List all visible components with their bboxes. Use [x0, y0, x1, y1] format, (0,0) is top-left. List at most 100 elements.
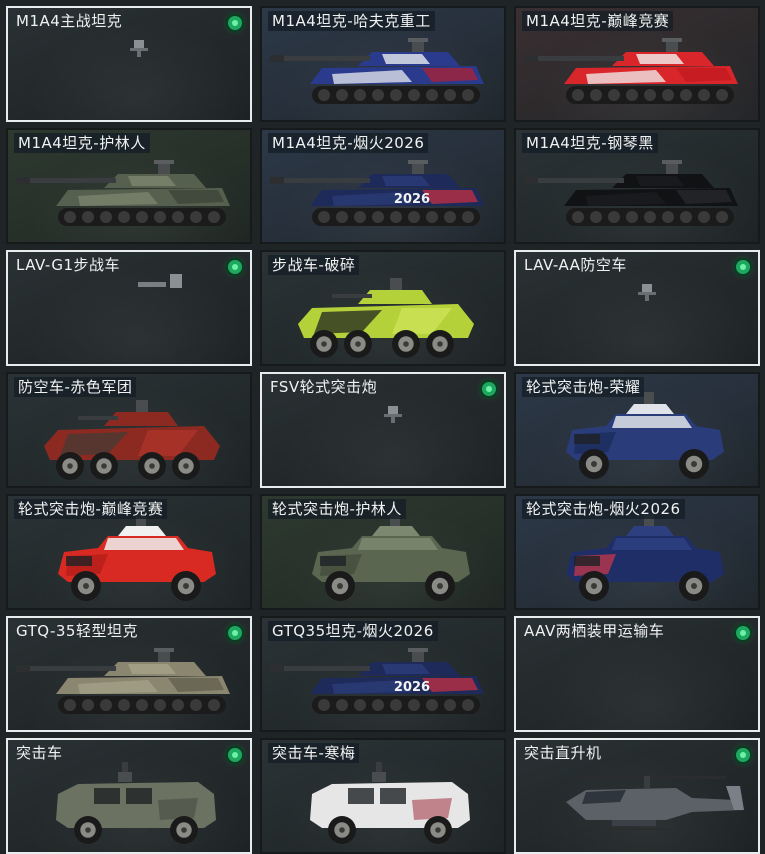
commander-hatch — [158, 164, 170, 174]
sight — [376, 762, 382, 772]
roadwheel — [154, 211, 166, 223]
vehicle-card[interactable]: M1A4坦克-哈夫克重工 — [260, 6, 506, 122]
vehicle-name: 轮式突击炮-烟火2026 — [522, 499, 685, 519]
roadwheel — [408, 89, 420, 101]
sight — [136, 400, 148, 412]
roadwheel — [444, 699, 456, 711]
roadwheel — [172, 699, 184, 711]
vehicle-card[interactable]: M1A4坦克-钢琴黑 — [514, 128, 760, 244]
window — [94, 788, 120, 804]
roadwheel — [82, 211, 94, 223]
roof-gun — [118, 772, 132, 782]
main-rotor — [576, 776, 726, 779]
vehicle-card[interactable]: 轮式突击炮-荣耀 — [514, 372, 760, 488]
commander-hatch — [666, 164, 678, 174]
window — [380, 788, 406, 804]
vehicle-card[interactable]: FSV轮式突击炮 — [260, 372, 506, 488]
roadwheel — [100, 211, 112, 223]
vehicle-card[interactable]: 轮式突击炮-巅峰竞赛 — [6, 494, 252, 610]
gun-barrel — [270, 666, 370, 671]
roadwheel — [680, 211, 692, 223]
owned-indicator-icon — [228, 626, 242, 640]
roadwheel — [716, 89, 728, 101]
vehicle-card[interactable]: M1A4坦克-巅峰竞赛 — [514, 6, 760, 122]
hull-pattern — [612, 538, 692, 550]
vehicle-name: M1A4坦克-巅峰竞赛 — [522, 11, 674, 31]
vehicle-card[interactable]: 突击车 — [6, 738, 252, 854]
roadwheel — [662, 89, 674, 101]
gun-barrel — [16, 178, 116, 183]
turret-pattern — [382, 54, 430, 64]
vehicle-card[interactable]: 步战车-破碎 — [260, 250, 506, 366]
roadwheel — [136, 211, 148, 223]
roadwheel — [462, 211, 474, 223]
vehicle-card[interactable]: 轮式突击炮-护林人 — [260, 494, 506, 610]
model-fragment — [638, 292, 656, 295]
sight — [154, 160, 174, 164]
vehicle-card[interactable]: GTQ35坦克-烟火2026 2026 — [260, 616, 506, 732]
loading-model — [138, 274, 182, 288]
owned-indicator-icon — [228, 16, 242, 30]
commander-hatch — [412, 42, 424, 52]
roadwheel — [572, 89, 584, 101]
vehicle-card[interactable]: LAV-G1步战车 — [6, 250, 252, 366]
vehicle-card[interactable]: AAV两栖装甲运输车 — [514, 616, 760, 732]
weapon-pylon — [612, 820, 656, 826]
roadwheel — [462, 89, 474, 101]
sight — [408, 38, 428, 42]
vehicle-card[interactable]: LAV-AA防空车 — [514, 250, 760, 366]
roadwheel — [154, 699, 166, 711]
window — [348, 788, 374, 804]
window — [320, 556, 346, 566]
cockpit — [582, 790, 626, 804]
hull-pattern — [158, 798, 198, 820]
vehicle-card[interactable]: 轮式突击炮-烟火2026 — [514, 494, 760, 610]
vehicle-card[interactable]: M1A4坦克-护林人 — [6, 128, 252, 244]
vehicle-card[interactable]: M1A4主战坦克 — [6, 6, 252, 122]
turret — [626, 404, 674, 414]
vehicle-card[interactable]: 突击直升机 — [514, 738, 760, 854]
roadwheel — [408, 699, 420, 711]
muzzle — [270, 177, 284, 184]
commander-hatch — [666, 42, 678, 52]
vehicle-card[interactable]: 突击车-寒梅 — [260, 738, 506, 854]
model-fragment — [134, 40, 144, 48]
owned-indicator-icon — [482, 382, 496, 396]
model-fragment — [384, 414, 402, 417]
model-fragment — [645, 295, 649, 301]
wheeled-vehicle-model — [566, 514, 724, 601]
turret-pattern — [636, 176, 684, 186]
sight — [122, 762, 128, 772]
roadwheel — [318, 699, 330, 711]
vehicle-card[interactable]: 防空车-赤色军团 — [6, 372, 252, 488]
window — [66, 556, 92, 566]
roadwheel — [190, 211, 202, 223]
owned-indicator-icon — [228, 260, 242, 274]
apc-model — [44, 400, 220, 480]
model-fragment — [130, 48, 148, 51]
roadwheel — [590, 89, 602, 101]
turret — [118, 526, 166, 536]
vehicle-name: FSV轮式突击炮 — [270, 378, 378, 396]
roadwheel — [608, 211, 620, 223]
vehicle-name: 步战车-破碎 — [268, 255, 360, 275]
muzzle — [524, 177, 538, 184]
sight — [644, 392, 654, 404]
helicopter-model — [566, 776, 744, 830]
model-fragment — [170, 274, 182, 288]
vehicle-name: 轮式突击炮-护林人 — [268, 499, 406, 519]
roof-gun — [372, 772, 386, 782]
tank-model — [524, 38, 738, 104]
wheeled-vehicle-model — [566, 392, 724, 479]
roadwheel — [172, 211, 184, 223]
roadwheel — [118, 211, 130, 223]
turret — [626, 526, 674, 536]
vehicle-name: 突击直升机 — [524, 744, 602, 762]
vehicle-card[interactable]: M1A4坦克-烟火2026 2026 — [260, 128, 506, 244]
tank-model — [270, 38, 484, 104]
vehicle-name: 轮式突击炮-荣耀 — [522, 377, 645, 397]
vehicle-card[interactable]: GTQ-35轻型坦克 — [6, 616, 252, 732]
roadwheel — [336, 211, 348, 223]
roadwheel — [372, 89, 384, 101]
muzzle — [270, 55, 284, 62]
